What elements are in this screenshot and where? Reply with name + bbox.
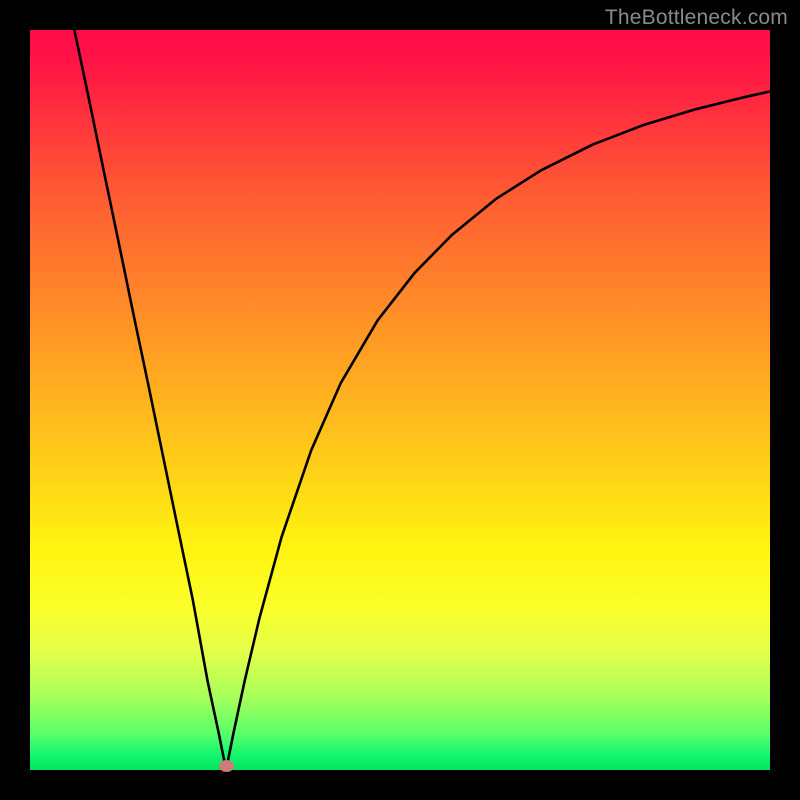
- minimum-marker: [219, 760, 234, 772]
- curve-svg: [30, 30, 770, 770]
- watermark-text: TheBottleneck.com: [605, 6, 788, 30]
- curve-path: [74, 30, 770, 770]
- plot-area: [30, 30, 770, 770]
- chart-frame: TheBottleneck.com: [0, 0, 800, 800]
